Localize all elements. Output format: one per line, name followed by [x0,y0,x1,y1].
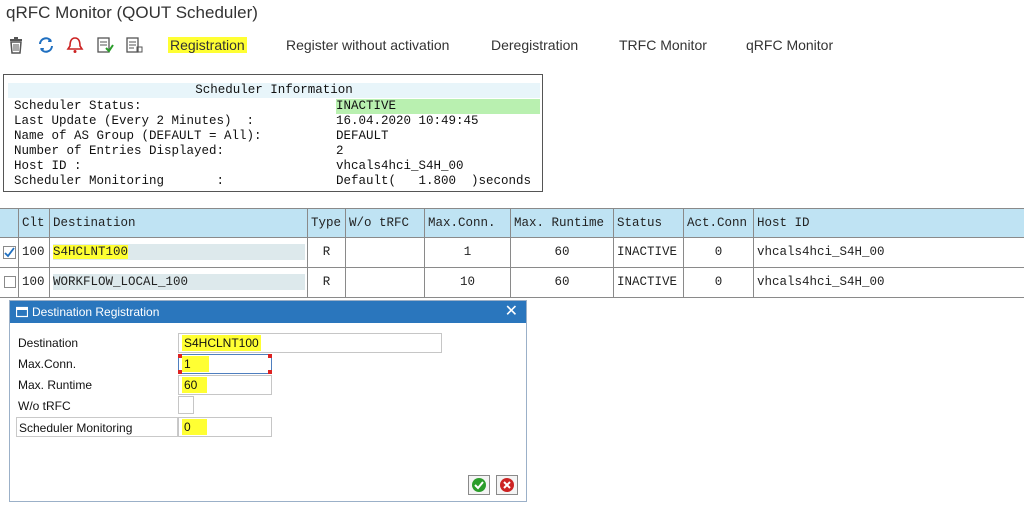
table-row[interactable]: 100 WORKFLOW_LOCAL_100 R 10 60 INACTIVE … [0,268,1024,298]
destination-input[interactable]: S4HCLNT100 [178,333,442,353]
cancel-button[interactable] [496,475,518,495]
max-conn-input[interactable]: 1 [178,354,272,374]
table-row[interactable]: 100 S4HCLNT100 R 1 60 INACTIVE 0 vhcals4… [0,238,1024,268]
max-runtime-input[interactable]: 60 [178,375,272,395]
info-row-status: Scheduler Status: INACTIVE [14,99,540,114]
deactivate-icon[interactable] [125,36,143,54]
scheduler-status-value: INACTIVE [336,99,540,114]
max-conn-label: Max.Conn. [18,357,77,371]
info-row-as-group: Name of AS Group (DEFAULT = All): DEFAUL… [14,129,389,143]
cell-status: INACTIVE [614,268,684,297]
close-icon[interactable]: ✕ [505,301,518,323]
dialog-title: Destination Registration [32,305,160,319]
cell-act-conn: 0 [684,268,754,297]
alert-icon[interactable] [66,36,84,54]
cell-act-conn: 0 [684,238,754,267]
info-row-entries: Number of Entries Displayed: 2 [14,144,344,158]
scheduler-info-header: Scheduler Information [8,83,540,98]
cell-destination: S4HCLNT100 [50,238,308,267]
scheduler-info-panel: Scheduler Information Scheduler Status: … [3,74,543,192]
cell-max-runtime: 60 [511,238,614,267]
scheduler-monitoring-input[interactable]: 0 [178,417,272,437]
dialog-window-icon [16,306,28,318]
activate-icon[interactable] [96,36,114,54]
registration-button[interactable]: Registration [168,37,247,53]
cell-type: R [308,238,346,267]
register-without-activation-button[interactable]: Register without activation [286,37,449,53]
confirm-button[interactable] [468,475,490,495]
col-header-max-conn[interactable]: Max.Conn. [425,209,511,237]
field-destination: Destination S4HCLNT100 [16,333,442,353]
cell-wo-trfc [346,238,425,267]
col-header-status[interactable]: Status [614,209,684,237]
trfc-monitor-button[interactable]: TRFC Monitor [619,37,707,53]
cancel-icon [500,478,514,492]
cell-clt: 100 [19,238,50,267]
cell-clt: 100 [19,268,50,297]
col-header-type[interactable]: Type [308,209,346,237]
table-header: Clt Destination Type W/o tRFC Max.Conn. … [0,208,1024,238]
deregistration-button[interactable]: Deregistration [491,37,578,53]
destination-label: Destination [18,336,79,350]
wo-trfc-checkbox[interactable] [178,396,194,414]
field-wo-trfc: W/o tRFC [16,396,436,416]
cell-destination: WORKFLOW_LOCAL_100 [50,268,308,297]
qrfc-monitor-button[interactable]: qRFC Monitor [746,37,833,53]
refresh-icon[interactable] [37,36,55,54]
row-select-checkbox[interactable] [0,238,19,267]
cell-type: R [308,268,346,297]
cell-max-runtime: 60 [511,268,614,297]
info-row-monitoring: Scheduler Monitoring : Default( 1.800 )s… [14,174,532,188]
cell-wo-trfc [346,268,425,297]
field-max-conn: Max.Conn. 1 [16,354,436,374]
col-header-clt[interactable]: Clt [19,209,50,237]
col-header-max-runtime[interactable]: Max. Runtime [511,209,614,237]
col-header-host-id[interactable]: Host ID [754,209,1024,237]
row-select-checkbox[interactable] [0,268,19,297]
checkbox-icon [4,276,16,288]
checkmark-icon [472,478,486,492]
dialog-title-bar[interactable]: Destination Registration ✕ [10,301,526,323]
cell-max-conn: 10 [425,268,511,297]
window-title: qRFC Monitor (QOUT Scheduler) [6,3,258,22]
cell-status: INACTIVE [614,238,684,267]
col-header-wo-trfc[interactable]: W/o tRFC [346,209,425,237]
info-row-last-update: Last Update (Every 2 Minutes) : 16.04.20… [14,114,479,128]
field-max-runtime: Max. Runtime 60 [16,375,436,395]
cell-max-conn: 1 [425,238,511,267]
cell-host-id: vhcals4hci_S4H_00 [754,268,1024,297]
checkmark-icon [3,246,16,259]
wo-trfc-label: W/o tRFC [18,399,71,413]
info-row-host-id: Host ID : vhcals4hci_S4H_00 [14,159,464,173]
field-scheduler-monitoring: Scheduler Monitoring 0 [16,417,436,437]
col-header-destination[interactable]: Destination [50,209,308,237]
select-all-cell[interactable] [0,209,19,237]
cell-host-id: vhcals4hci_S4H_00 [754,238,1024,267]
max-runtime-label: Max. Runtime [18,378,93,392]
scheduler-monitoring-label: Scheduler Monitoring [16,417,178,437]
trash-icon[interactable] [7,36,25,54]
destination-registration-dialog: Destination Registration ✕ Destination S… [9,300,527,502]
toolbar: Registration Register without activation… [0,30,1024,60]
col-header-act-conn[interactable]: Act.Conn [684,209,754,237]
